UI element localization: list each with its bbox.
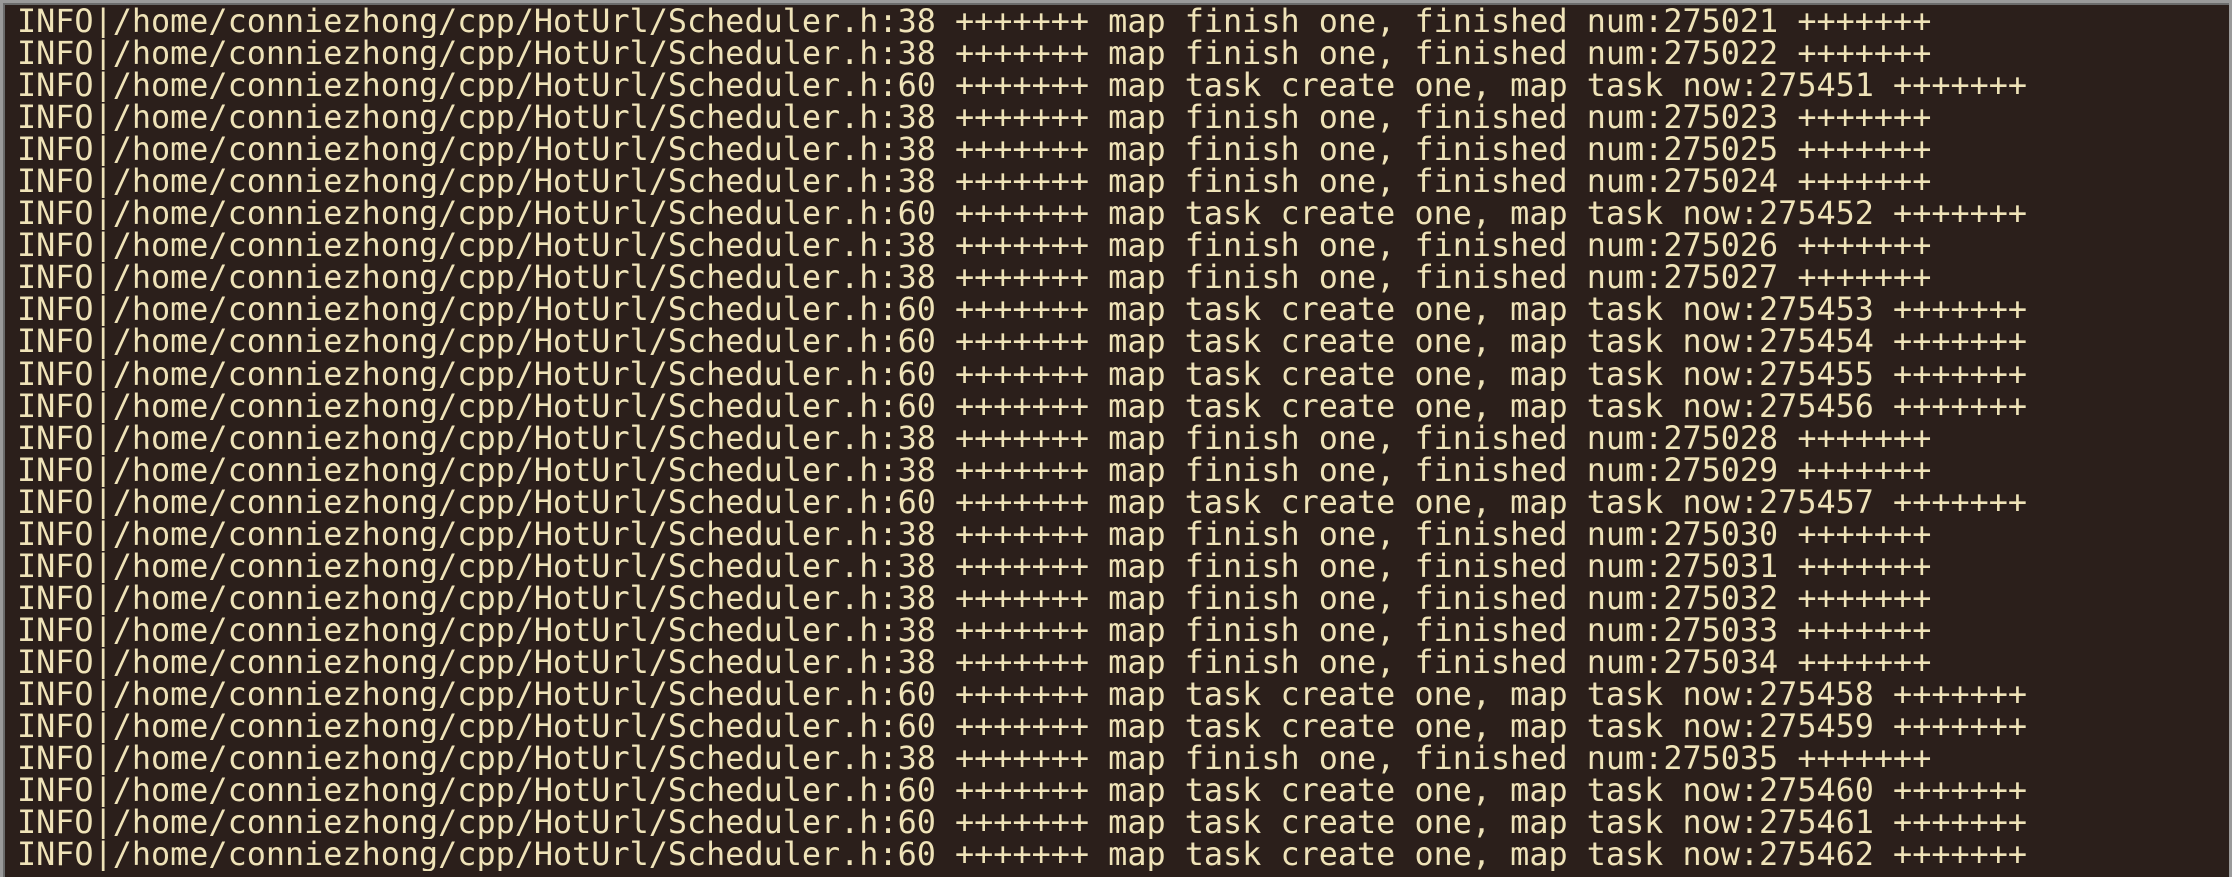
log-line: INFO|/home/conniezhong/cpp/HotUrl/Schedu… — [17, 6, 1932, 39]
log-line: INFO|/home/conniezhong/cpp/HotUrl/Schedu… — [17, 550, 1932, 583]
log-line: INFO|/home/conniezhong/cpp/HotUrl/Schedu… — [17, 390, 2028, 423]
log-line: INFO|/home/conniezhong/cpp/HotUrl/Schedu… — [17, 454, 1932, 487]
log-line: INFO|/home/conniezhong/cpp/HotUrl/Schedu… — [17, 166, 1932, 199]
log-line: INFO|/home/conniezhong/cpp/HotUrl/Schedu… — [17, 743, 1932, 776]
log-line: INFO|/home/conniezhong/cpp/HotUrl/Schedu… — [17, 614, 1932, 647]
log-line: INFO|/home/conniezhong/cpp/HotUrl/Schedu… — [17, 678, 2028, 712]
log-line: INFO|/home/conniezhong/cpp/HotUrl/Schedu… — [17, 807, 2028, 840]
log-line: INFO|/home/conniezhong/cpp/HotUrl/Schedu… — [17, 326, 2028, 359]
log-line: INFO|/home/conniezhong/cpp/HotUrl/Schedu… — [17, 486, 2028, 519]
log-line: INFO|/home/conniezhong/cpp/HotUrl/Schedu… — [17, 775, 2028, 808]
log-line: INFO|/home/conniezhong/cpp/HotUrl/Schedu… — [17, 839, 2028, 872]
log-line: INFO|/home/conniezhong/cpp/HotUrl/Schedu… — [17, 518, 1932, 551]
terminal-output[interactable]: INFO|/home/conniezhong/cpp/HotUrl/Schedu… — [3, 3, 2229, 877]
log-line: INFO|/home/conniezhong/cpp/HotUrl/Schedu… — [17, 422, 1932, 455]
log-line: INFO|/home/conniezhong/cpp/HotUrl/Schedu… — [17, 198, 2028, 231]
log-line: INFO|/home/conniezhong/cpp/HotUrl/Schedu… — [17, 262, 1932, 295]
log-line: INFO|/home/conniezhong/cpp/HotUrl/Schedu… — [17, 134, 1932, 167]
log-lines: INFO|/home/conniezhong/cpp/HotUrl/Schedu… — [17, 6, 2229, 871]
log-line: INFO|/home/conniezhong/cpp/HotUrl/Schedu… — [17, 711, 2028, 744]
log-line: INFO|/home/conniezhong/cpp/HotUrl/Schedu… — [17, 294, 2028, 327]
terminal-window: INFO|/home/conniezhong/cpp/HotUrl/Schedu… — [0, 0, 2232, 877]
log-line: INFO|/home/conniezhong/cpp/HotUrl/Schedu… — [17, 646, 1932, 679]
log-line: INFO|/home/conniezhong/cpp/HotUrl/Schedu… — [17, 358, 2028, 391]
log-line: INFO|/home/conniezhong/cpp/HotUrl/Schedu… — [17, 38, 1932, 71]
log-line: INFO|/home/conniezhong/cpp/HotUrl/Schedu… — [17, 230, 1932, 263]
log-line: INFO|/home/conniezhong/cpp/HotUrl/Schedu… — [17, 70, 2028, 103]
log-line: INFO|/home/conniezhong/cpp/HotUrl/Schedu… — [17, 582, 1932, 615]
log-line: INFO|/home/conniezhong/cpp/HotUrl/Schedu… — [17, 102, 1932, 135]
